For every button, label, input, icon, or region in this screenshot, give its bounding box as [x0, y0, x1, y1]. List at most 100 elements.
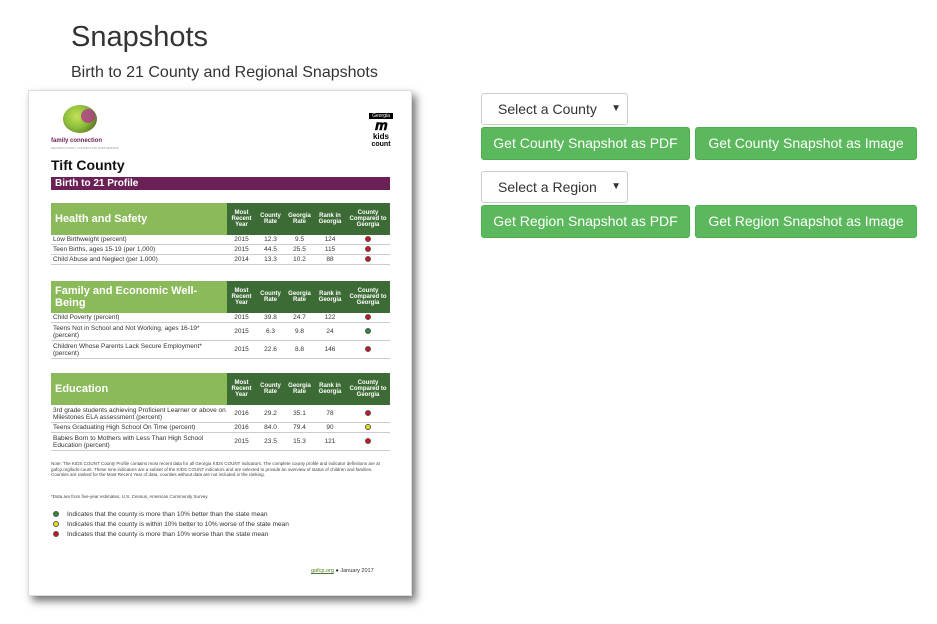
- rank-cell: 122: [324, 314, 336, 321]
- year-cell: 2016: [234, 410, 249, 417]
- table-row: Babies Born to Mothers with Less Than Hi…: [51, 433, 390, 451]
- footer-site-link: gafcp.org: [311, 568, 334, 574]
- county-rate-cell: 22.6: [264, 346, 277, 353]
- comparison-cell: [346, 245, 390, 254]
- georgia-rate-cell: 35.1: [293, 410, 306, 417]
- georgia-rate-cell: 8.8: [294, 346, 305, 353]
- rank-cell: 88: [326, 256, 334, 263]
- table-row: Low Birthweight (percent) 2015 12.3 9.5 124: [51, 235, 390, 245]
- rank-cell: 78: [326, 410, 334, 417]
- indicator-label: Children Whose Parents Lack Secure Emplo…: [53, 342, 202, 357]
- region-pdf-button[interactable]: Get Region Snapshot as PDF: [481, 205, 690, 238]
- status-dot-icon: [53, 521, 59, 527]
- year-cell: 2014: [234, 256, 249, 263]
- rank-cell: 90: [326, 424, 334, 431]
- column-header: County Compared to Georgia: [346, 373, 390, 405]
- footer-date: January 2017: [340, 568, 374, 574]
- rank-cell: 121: [324, 438, 336, 445]
- section-title: Family and Economic Well-Being: [51, 281, 227, 313]
- county-rate-cell: 39.8: [264, 314, 277, 321]
- table-row: Teens Not in School and Not Working, age…: [51, 323, 390, 341]
- indicator-label: Teens Not in School and Not Working, age…: [53, 324, 200, 339]
- logo-blob-accent-icon: [81, 109, 95, 123]
- region-select[interactable]: Select a Region ▼: [481, 171, 628, 203]
- comparison-cell: [346, 313, 390, 322]
- section-header: Education Most Recent Year County Rate Geor…: [51, 373, 390, 405]
- county-rate-cell: 12.3: [264, 236, 277, 243]
- column-header: Georgia Rate: [285, 373, 314, 405]
- column-header: Rank in Georgia: [314, 373, 346, 405]
- status-dot-icon: [365, 313, 371, 320]
- indicator-label: Babies Born to Mothers with Less Than Hi…: [53, 434, 204, 449]
- preview-footnote: *Data are from five-year estimates, U.S.…: [51, 494, 209, 499]
- indicator-label: Low Birthweight (percent): [53, 236, 127, 243]
- legend-text: Indicates that the county is more than 1…: [67, 510, 268, 518]
- comparison-cell: [346, 235, 390, 244]
- table-row: Child Poverty (percent) 2015 39.8 24.7 122: [51, 313, 390, 323]
- section-title: Health and Safety: [51, 203, 227, 235]
- column-header: Georgia Rate: [285, 281, 314, 313]
- legend: Indicates that the county is more than 1…: [51, 509, 289, 539]
- georgia-rate-cell: 15.3: [293, 438, 306, 445]
- column-header: Georgia Rate: [285, 203, 314, 235]
- indicator-label: 3rd grade students achieving Proficient …: [53, 406, 226, 421]
- table-row: Child Abuse and Neglect (per 1,000) 2014 1…: [51, 255, 390, 265]
- year-cell: 2016: [234, 424, 249, 431]
- county-rate-cell: 6.3: [265, 328, 276, 335]
- status-dot-icon: [365, 245, 371, 252]
- georgia-rate-cell: 79.4: [293, 424, 306, 431]
- table-row: Teen Births, ages 15-19 (per 1,000) 2015 4…: [51, 245, 390, 255]
- kids-count-logo-count: count: [371, 141, 391, 148]
- column-header: Rank in Georgia: [314, 281, 346, 313]
- county-select[interactable]: Select a County ▼: [481, 93, 628, 125]
- county-rate-cell: 23.5: [264, 438, 277, 445]
- legend-item: Indicates that the county is more than 1…: [51, 529, 289, 539]
- comparison-cell: [346, 255, 390, 264]
- section-header: Health and Safety Most Recent Year County …: [51, 203, 390, 235]
- page-subtitle: Birth to 21 County and Regional Snapshot…: [71, 64, 378, 81]
- section-table: Education Most Recent Year County Rate Geor…: [51, 373, 390, 451]
- column-header: Most Recent Year: [227, 373, 256, 405]
- chevron-down-icon: ▼: [611, 181, 621, 192]
- comparison-cell: [346, 423, 390, 432]
- county-name: Tift County: [51, 157, 125, 173]
- chevron-down-icon: ▼: [611, 103, 621, 114]
- comparison-cell: [346, 409, 390, 418]
- status-dot-icon: [365, 423, 371, 430]
- section-table: Health and Safety Most Recent Year County …: [51, 203, 390, 265]
- county-pdf-button[interactable]: Get County Snapshot as PDF: [481, 127, 690, 160]
- year-cell: 2015: [234, 438, 249, 445]
- family-connection-logo: family connection GEORGIA FAMILY CONNECT…: [51, 105, 141, 151]
- status-dot-icon: [365, 235, 371, 242]
- year-cell: 2015: [234, 246, 249, 253]
- indicator-label: Teen Births, ages 15-19 (per 1,000): [53, 246, 156, 253]
- column-header: County Compared to Georgia: [346, 203, 390, 235]
- table-row: 3rd grade students achieving Proficient …: [51, 405, 390, 423]
- preview-footer: gafcp.org ● January 2017: [311, 568, 374, 574]
- comparison-cell: [346, 345, 390, 354]
- section-title: Education: [51, 373, 227, 405]
- county-image-button[interactable]: Get County Snapshot as Image: [695, 127, 917, 160]
- region-select-value: Select a Region: [498, 179, 597, 195]
- region-image-button[interactable]: Get Region Snapshot as Image: [695, 205, 917, 238]
- year-cell: 2015: [234, 236, 249, 243]
- section-header: Family and Economic Well-Being Most Recen…: [51, 281, 390, 313]
- status-dot-icon: [53, 511, 59, 517]
- column-header: Most Recent Year: [227, 203, 256, 235]
- year-cell: 2015: [234, 314, 249, 321]
- column-header: Most Recent Year: [227, 281, 256, 313]
- logo-text: family connection: [51, 138, 103, 144]
- year-cell: 2015: [234, 328, 249, 335]
- county-rate-cell: 44.5: [264, 246, 277, 253]
- column-header: County Compared to Georgia: [346, 281, 390, 313]
- county-rate-cell: 84.0: [264, 424, 277, 431]
- georgia-rate-cell: 9.8: [294, 328, 305, 335]
- logo-subtext: GEORGIA FAMILY CONNECTION PARTNERSHIP: [51, 146, 119, 150]
- kids-count-logo: Georgia 𝒎 kids count: [369, 113, 393, 153]
- preview-note: Note: The KIDS COUNT County Profile cont…: [51, 461, 380, 477]
- georgia-rate-cell: 10.2: [293, 256, 306, 263]
- georgia-rate-cell: 9.5: [294, 236, 305, 243]
- snapshot-preview: family connection GEORGIA FAMILY CONNECT…: [28, 90, 412, 596]
- column-header: County Rate: [256, 281, 285, 313]
- rank-cell: 115: [324, 246, 336, 253]
